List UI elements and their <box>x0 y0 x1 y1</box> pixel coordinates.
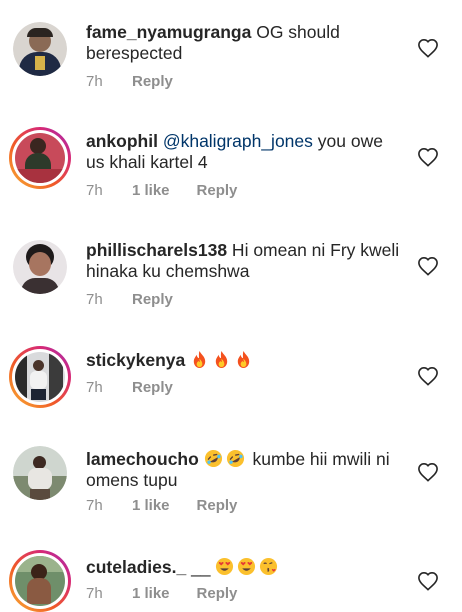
fire-emoji <box>193 350 206 369</box>
comment-likes[interactable]: 1 like <box>132 497 170 514</box>
avatar[interactable] <box>13 446 67 500</box>
heart-outline-icon[interactable] <box>417 366 439 386</box>
comment-username[interactable]: ankophil <box>86 131 158 151</box>
reply-button[interactable]: Reply <box>132 291 173 308</box>
comment-meta: 7h Reply <box>86 291 173 308</box>
reply-button[interactable]: Reply <box>197 182 238 199</box>
comment-meta: 7h Reply <box>86 73 173 90</box>
comment-username[interactable]: fame_nyamugranga <box>86 22 251 42</box>
fire-emoji <box>215 350 228 369</box>
heart-outline-icon[interactable] <box>417 571 439 591</box>
comment-username[interactable]: cuteladies._ <box>86 557 186 577</box>
heart-outline-icon[interactable] <box>417 38 439 58</box>
reply-button[interactable]: Reply <box>132 379 173 396</box>
comment-body: lamechoucho kumbe hii mwili ni omens tup… <box>86 449 406 491</box>
heart-eyes-emoji <box>238 557 256 576</box>
comment-meta: 7h 1 like Reply <box>86 585 237 602</box>
comment-username[interactable]: phillischarels138 <box>86 240 227 260</box>
comment-time: 7h <box>86 497 103 514</box>
avatar[interactable] <box>9 550 71 612</box>
comment-body: cuteladies._ __ <box>86 557 406 578</box>
kissing-heart-emoji <box>260 557 278 576</box>
comment-meta: 7h 1 like Reply <box>86 182 237 199</box>
reply-button[interactable]: Reply <box>132 73 173 90</box>
comment-body: phillischarels138 Hi omean ni Fry kweli … <box>86 240 406 282</box>
heart-outline-icon[interactable] <box>417 147 439 167</box>
fire-emoji <box>237 350 250 369</box>
comment-time: 7h <box>86 291 103 308</box>
comment-body: ankophil @khaligraph_jones you owe us kh… <box>86 131 406 173</box>
comment-body: fame_nyamugranga OG should berespected <box>86 22 406 64</box>
heart-outline-icon[interactable] <box>417 256 439 276</box>
rolling-laughing-emoji <box>204 449 222 468</box>
heart-outline-icon[interactable] <box>417 462 439 482</box>
comment-meta: 7h 1 like Reply <box>86 497 237 514</box>
comment-meta: 7h Reply <box>86 379 173 396</box>
avatar[interactable] <box>13 22 67 76</box>
avatar[interactable] <box>13 240 67 294</box>
comment-time: 7h <box>86 182 103 199</box>
reply-button[interactable]: Reply <box>197 497 238 514</box>
avatar[interactable] <box>9 346 71 408</box>
heart-eyes-emoji <box>216 557 234 576</box>
comment-time: 7h <box>86 379 103 396</box>
reply-button[interactable]: Reply <box>197 585 238 602</box>
comment-text: __ <box>186 557 211 577</box>
avatar[interactable] <box>9 127 71 189</box>
rolling-laughing-emoji <box>226 449 244 468</box>
comment-username[interactable]: lamechoucho <box>86 449 199 469</box>
comment-time: 7h <box>86 73 103 90</box>
comment-likes[interactable]: 1 like <box>132 585 170 602</box>
comment-likes[interactable]: 1 like <box>132 182 170 199</box>
comment-username[interactable]: stickykenya <box>86 350 185 370</box>
comment-mention[interactable]: @khaligraph_jones <box>158 131 313 151</box>
comment-body: stickykenya <box>86 350 406 371</box>
comment-time: 7h <box>86 585 103 602</box>
